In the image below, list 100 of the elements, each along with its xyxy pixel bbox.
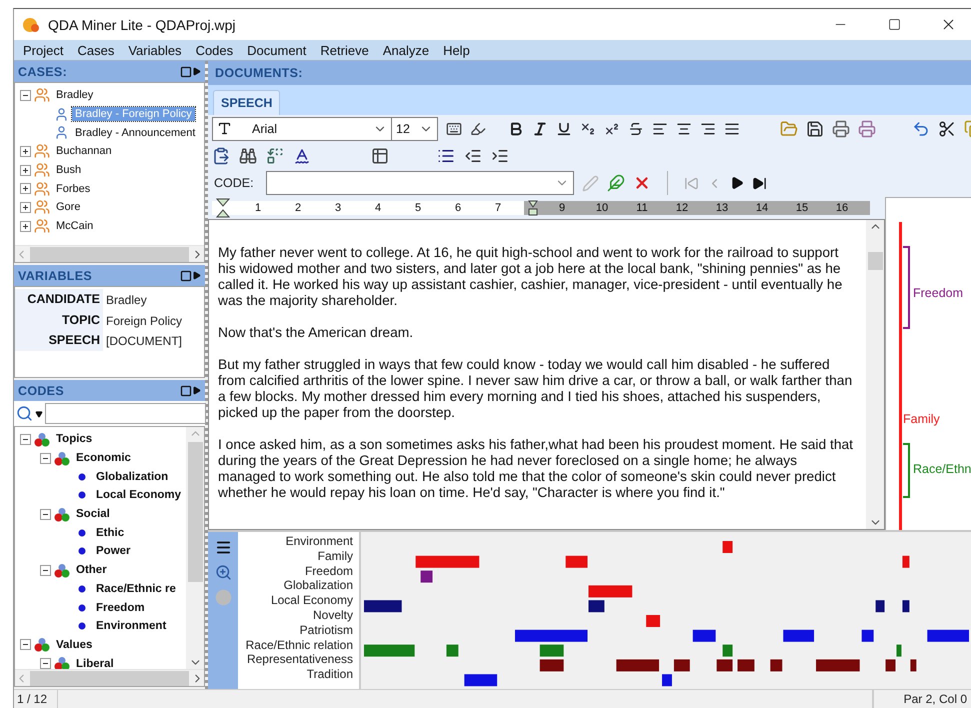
menu-item[interactable]: Codes [188,42,240,58]
code-segment[interactable] [364,600,402,612]
expand-icon[interactable] [20,146,31,157]
tree-item[interactable]: McCain [53,219,96,234]
arrow-icon[interactable] [192,386,201,395]
menu-item[interactable]: Help [436,42,477,58]
restore-icon[interactable] [180,270,192,282]
collapse-icon[interactable] [40,452,51,464]
tree-item[interactable]: Bradley [53,88,96,102]
menu-item[interactable]: Document [240,42,314,58]
highlighter-icon[interactable] [470,120,486,136]
tree-item[interactable]: Buchannan [53,144,115,158]
code-segment[interactable] [902,600,910,612]
search-icon[interactable] [16,405,33,422]
next-icon[interactable] [730,176,744,190]
vertical-scrollbar[interactable] [866,220,884,529]
expand-icon[interactable] [20,202,31,213]
scrollbar-thumb[interactable] [30,670,189,686]
expand-icon[interactable] [20,220,31,232]
code-bracket[interactable] [903,443,910,498]
code-segment[interactable] [910,659,916,672]
subscript-icon[interactable] [580,120,596,136]
tree-item[interactable]: Environment [93,619,170,634]
horizontal-scrollbar[interactable] [15,669,204,686]
superscript-icon[interactable] [604,120,620,136]
align-justify-icon[interactable] [724,120,740,136]
vertical-scrollbar[interactable] [186,427,204,669]
replace-icon[interactable] [266,146,284,164]
underline-icon[interactable] [556,120,572,136]
save-icon[interactable] [806,120,824,138]
font-select[interactable]: Arial [212,116,392,140]
code-segment[interactable] [540,659,564,672]
cut-icon[interactable] [938,120,956,138]
expand-icon[interactable] [20,183,31,194]
code-label[interactable]: Freedom [913,286,964,300]
variable-value[interactable]: Foreign Policy [103,310,204,330]
align-center-icon[interactable] [676,120,692,136]
code-segment[interactable] [616,659,660,672]
collapse-icon[interactable] [20,90,31,101]
restore-icon[interactable] [180,384,192,396]
menu-item[interactable]: Cases [70,42,122,58]
tree-item[interactable]: Bradley - Announcement [72,126,198,140]
maximize-icon[interactable] [888,18,900,31]
scrollbar-thumb[interactable] [30,246,189,262]
menu-item[interactable]: Variables [121,42,189,58]
strikethrough-icon[interactable] [628,120,644,136]
tree-item[interactable]: Topics [53,432,96,446]
paste-icon[interactable] [212,146,230,164]
align-right-icon[interactable] [700,120,716,136]
code-label[interactable]: Race/Ethn [913,462,971,476]
code-segment[interactable] [420,570,433,583]
dropdown-caret-icon[interactable] [35,410,43,418]
restore-icon[interactable] [180,66,192,78]
collapse-icon[interactable] [20,434,31,445]
tree-item[interactable]: Bush [53,163,84,178]
tree-item[interactable]: Race/Ethnic re [93,582,179,596]
spellcheck-icon[interactable] [293,146,311,164]
horizontal-scrollbar[interactable] [15,245,204,262]
collapse-icon[interactable] [40,564,51,576]
undo-icon[interactable] [912,120,930,138]
code-segment[interactable] [876,600,885,612]
code-label[interactable]: Family [903,412,940,426]
font-size-select[interactable]: 12 [391,116,438,140]
printer-icon[interactable] [832,120,850,138]
tree-item[interactable]: Gore [53,200,84,214]
code-segment[interactable] [862,630,874,642]
tree-item[interactable]: Power [93,544,134,558]
variable-value[interactable]: Bradley [103,289,204,310]
zoom-in-icon[interactable] [214,564,232,581]
menu-icon[interactable] [214,539,232,556]
tree-item[interactable]: Local Economy [93,488,184,502]
collapse-icon[interactable] [40,658,51,669]
menu-item[interactable]: Retrieve [313,42,376,58]
folder-icon[interactable] [780,120,798,138]
tree-item[interactable]: Globalization [93,470,172,484]
scrollbar-thumb[interactable] [188,442,202,582]
collapse-icon[interactable] [40,508,51,520]
bold-icon[interactable] [508,120,524,136]
tree-item[interactable]: Ethic [93,526,128,540]
tree-item[interactable]: Social [73,507,113,522]
table-icon[interactable] [371,146,389,164]
expand-icon[interactable] [20,164,31,176]
menu-item[interactable]: Analyze [376,42,436,58]
tree-item[interactable]: Economic [73,451,134,466]
code-segment[interactable] [886,659,896,672]
tree-item[interactable]: Forbes [53,182,94,196]
printer-icon[interactable] [858,120,876,138]
document-text-area[interactable] [208,219,885,530]
margin-marker-icon[interactable] [528,200,538,216]
binoculars-icon[interactable] [239,146,257,164]
tab[interactable]: SPEECH [213,90,280,115]
code-segment[interactable] [770,659,782,672]
feather-icon[interactable] [606,174,625,192]
code-segment[interactable] [738,659,754,672]
tree-item[interactable]: Values [53,638,96,652]
italic-icon[interactable] [532,120,548,136]
tree-item[interactable]: Other [73,563,110,578]
code-segment[interactable] [716,659,733,672]
tree-item[interactable]: Liberal [73,656,117,669]
align-left-icon[interactable] [652,120,668,136]
